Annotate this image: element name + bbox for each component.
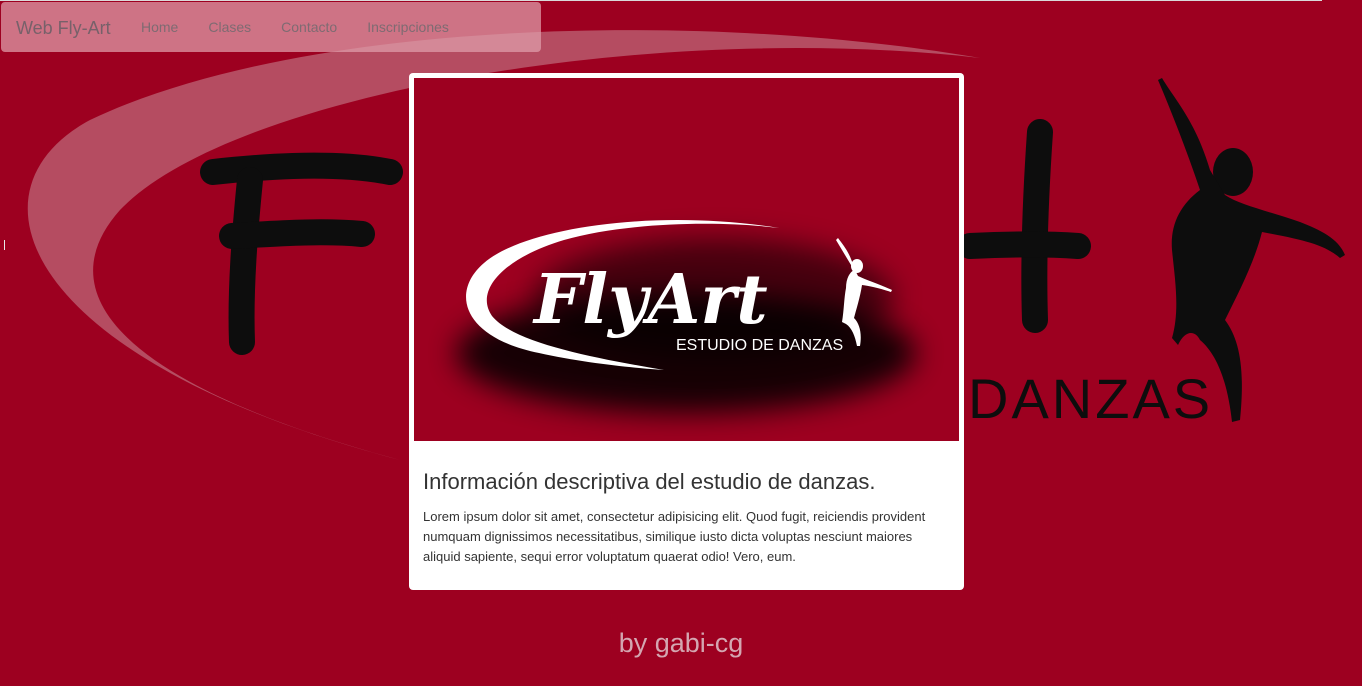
info-card: FlyArt ESTUDIO DE DANZAS Información des… [409, 73, 964, 590]
card-logo-image: FlyArt ESTUDIO DE DANZAS [414, 78, 959, 441]
navbar: Web Fly-Art Home Clases Contacto Inscrip… [1, 2, 541, 52]
nav-link-clases[interactable]: Clases [193, 19, 266, 35]
flyart-logo: FlyArt ESTUDIO DE DANZAS [456, 220, 916, 413]
card-title: Información descriptiva del estudio de d… [423, 469, 876, 494]
background-subtitle: DANZAS [968, 367, 1213, 430]
nav-link-contacto[interactable]: Contacto [266, 19, 352, 35]
nav-links: Home Clases Contacto Inscripciones [126, 2, 464, 52]
card-logo-text: FlyArt [532, 260, 768, 340]
left-edge-tick [4, 240, 5, 250]
footer-credit: by gabi-cg [618, 628, 744, 658]
navbar-brand[interactable]: Web Fly-Art [16, 18, 111, 39]
nav-link-inscripciones[interactable]: Inscripciones [352, 19, 464, 35]
nav-link-home[interactable]: Home [126, 19, 193, 35]
card-description: Lorem ipsum dolor sit amet, consectetur … [423, 509, 926, 564]
card-logo-subtitle: ESTUDIO DE DANZAS [676, 337, 843, 354]
